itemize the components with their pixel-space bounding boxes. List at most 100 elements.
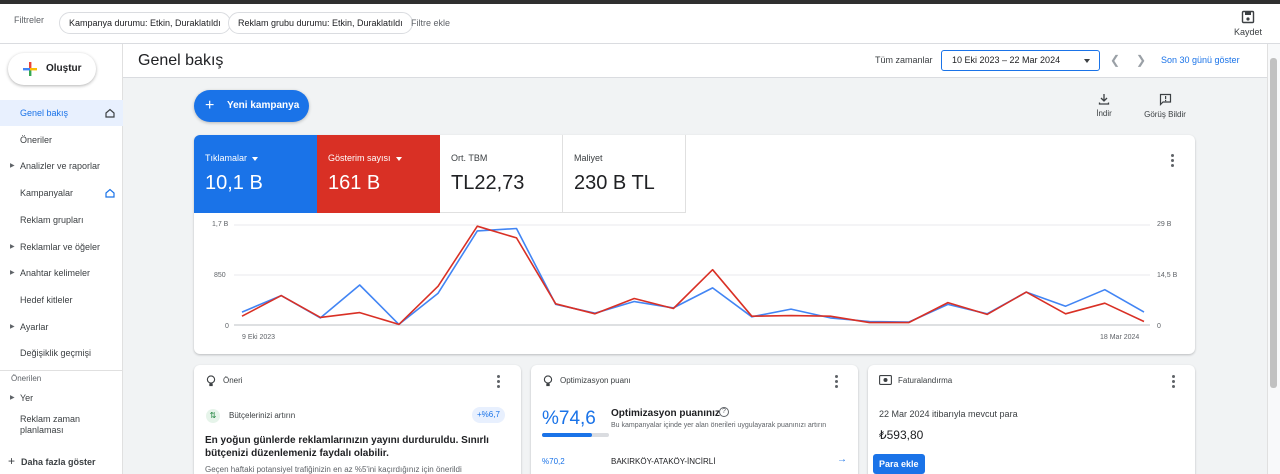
sidebar-item-label: Reklam grupları: [20, 214, 84, 225]
optimization-title: Optimizasyon puanı: [560, 376, 631, 385]
metric-label-text: Tıklamalar: [205, 153, 248, 163]
sidebar-item[interactable]: Hedef kitleler: [0, 287, 123, 313]
create-label: Oluştur: [46, 63, 82, 74]
optimization-score-value: %74,6: [542, 408, 596, 429]
recommendation-description: Geçen haftaki potansiyel trafiğinizin en…: [205, 465, 462, 474]
recommendation-title: Öneri: [223, 376, 243, 385]
right-axis-tick: 29 B: [1157, 221, 1172, 228]
more-options-icon[interactable]: [497, 375, 500, 390]
page-header: Genel bakış Tüm zamanlar 10 Eki 2023 – 2…: [123, 44, 1267, 78]
save-icon: [1241, 10, 1255, 24]
sidebar-item-label: Reklam zaman planlaması: [20, 414, 81, 435]
metric-label: Maliyet: [574, 153, 603, 163]
download-icon: [1098, 94, 1110, 105]
filter-bar: Filtreler Kampanya durumu: Etkin, Durakl…: [0, 4, 1280, 44]
sidebar-item-label: Değişiklik geçmişi: [20, 348, 92, 359]
show-more-link[interactable]: + Daha fazla göster: [8, 454, 96, 468]
scrollbar-thumb[interactable]: [1270, 58, 1277, 388]
metric-tile[interactable]: Gösterim sayısı 161 B: [317, 135, 440, 213]
metric-label: Gösterim sayısı: [328, 153, 402, 163]
date-range-picker[interactable]: 10 Eki 2023 – 22 Mar 2024: [941, 50, 1100, 71]
optimization-heading: Optimizasyon puanınız: [611, 408, 720, 419]
sidebar-item[interactable]: Değişiklik geçmişi: [0, 340, 123, 366]
arrow-right-icon[interactable]: →: [837, 454, 847, 465]
billing-title: Faturalandırma: [898, 376, 953, 385]
metric-tile[interactable]: Tıklamalar 10,1 B: [194, 135, 317, 213]
feedback-button[interactable]: Görüş Bildir: [1136, 93, 1194, 119]
dropdown-arrow-icon: [252, 156, 259, 161]
sidebar-suggested-item[interactable]: Reklam zaman planlaması: [0, 411, 100, 437]
more-options-icon[interactable]: [835, 375, 838, 390]
right-axis-tick: 14,5 B: [1157, 272, 1178, 279]
metric-value: 10,1 B: [205, 172, 263, 194]
sidebar-item-label: Reklamlar ve öğeler: [20, 241, 101, 252]
save-label: Kaydet: [1233, 27, 1263, 37]
metric-tile[interactable]: Ort. TBM TL22,73: [440, 135, 563, 213]
metric-value: 230 B TL: [574, 172, 655, 194]
sidebar-item-label: Genel bakış: [20, 108, 69, 118]
right-axis-tick: 0: [1157, 323, 1161, 330]
caret-right-icon: ▶: [10, 163, 15, 170]
sidebar-item-label: Öneriler: [20, 134, 53, 145]
sidebar-item[interactable]: ▶ Reklamlar ve öğeler: [0, 234, 123, 260]
sidebar-item[interactable]: ▶ Ayarlar: [0, 314, 123, 340]
sidebar-item[interactable]: Kampanyalar: [0, 180, 123, 206]
more-options-icon[interactable]: [1171, 154, 1174, 169]
metric-tile[interactable]: Maliyet 230 B TL: [563, 135, 686, 213]
sidebar-item[interactable]: ▶ Analizler ve raporlar: [0, 153, 123, 179]
x-axis-end-label: 18 Mar 2024: [1100, 334, 1140, 341]
caret-right-icon: ▶: [10, 395, 15, 401]
help-icon[interactable]: ?: [719, 407, 729, 417]
page-title: Genel bakış: [138, 52, 224, 69]
x-axis-start-label: 9 Eki 2023: [242, 334, 276, 341]
sidebar-item-label: Kampanyalar: [20, 188, 74, 199]
campaign-score: %70,2: [542, 457, 565, 466]
date-range-value: 10 Eki 2023 – 22 Mar 2024: [952, 55, 1061, 65]
optimization-score-bar: [542, 433, 609, 437]
home-icon: [105, 188, 115, 198]
sidebar-item[interactable]: Öneriler: [0, 127, 123, 153]
add-filter-link[interactable]: Filtre ekle: [411, 18, 450, 28]
add-funds-button[interactable]: Para ekle: [873, 454, 925, 474]
sidebar: Oluştur Genel bakış Öneriler ▶ Analizler ve…: [0, 44, 123, 474]
metric-value: TL22,73: [451, 172, 525, 194]
new-campaign-label: Yeni kampanya: [227, 100, 300, 111]
sidebar-item[interactable]: ▶ Anahtar kelimeler: [0, 260, 123, 286]
caret-right-icon: ▶: [10, 323, 15, 330]
suggested-section-label: Önerilen: [11, 374, 42, 383]
show-more-label: Daha fazla göster: [21, 457, 96, 467]
filter-chip-campaign-status[interactable]: Kampanya durumu: Etkin, Duraklatıldı: [59, 12, 231, 34]
recommendation-item[interactable]: Bütçelerinizi artırın: [229, 411, 295, 420]
recommendation-card: Öneri ⇅ Bütçelerinizi artırın +%6,7 En y…: [194, 365, 521, 474]
create-button[interactable]: Oluştur: [8, 53, 96, 85]
metric-label-text: Gösterim sayısı: [328, 153, 391, 163]
sidebar-item[interactable]: Genel bakış: [0, 100, 123, 126]
show-last-30-days-link[interactable]: Son 30 günü göster: [1161, 55, 1240, 65]
sidebar-item-label: Hedef kitleler: [20, 294, 73, 305]
save-button[interactable]: Kaydet: [1228, 10, 1268, 37]
sidebar-suggested-item[interactable]: ▶ Yer: [0, 385, 123, 411]
sidebar-item-label: Yer: [20, 393, 34, 403]
dropdown-arrow-icon: [395, 156, 402, 161]
metric-label-text: Ort. TBM: [451, 153, 488, 163]
left-axis-tick: 0: [225, 323, 229, 330]
chevron-right-icon[interactable]: ❯: [1136, 53, 1146, 67]
chevron-left-icon[interactable]: ❮: [1110, 53, 1120, 67]
plus-icon: [23, 62, 37, 76]
billing-balance-label: 22 Mar 2024 itibarıyla mevcut para: [879, 409, 1018, 419]
metric-label: Tıklamalar: [205, 153, 259, 163]
caret-right-icon: ▶: [10, 243, 15, 250]
metric-label: Ort. TBM: [451, 153, 487, 163]
download-button[interactable]: İndir: [1088, 93, 1120, 118]
feedback-icon: [1159, 93, 1171, 106]
campaign-name[interactable]: BAKIRKÖY-ATAKÖY-İNCİRLİ: [611, 457, 715, 466]
sidebar-item[interactable]: Reklam grupları: [0, 207, 123, 233]
new-campaign-button[interactable]: + Yeni kampanya: [194, 90, 309, 122]
optimization-description: Bu kampanyalar içinde yer alan önerileri…: [611, 422, 827, 429]
sidebar-item-label: Anahtar kelimeler: [20, 268, 91, 279]
filter-chip-adgroup-status[interactable]: Reklam grubu durumu: Etkin, Duraklatıldı: [228, 12, 413, 34]
score-uplift-badge: +%6,7: [472, 407, 505, 423]
more-options-icon[interactable]: [1172, 375, 1175, 390]
billing-balance-amount: ₺593,80: [879, 428, 924, 442]
chart-series-line-0: [241, 227, 1145, 326]
